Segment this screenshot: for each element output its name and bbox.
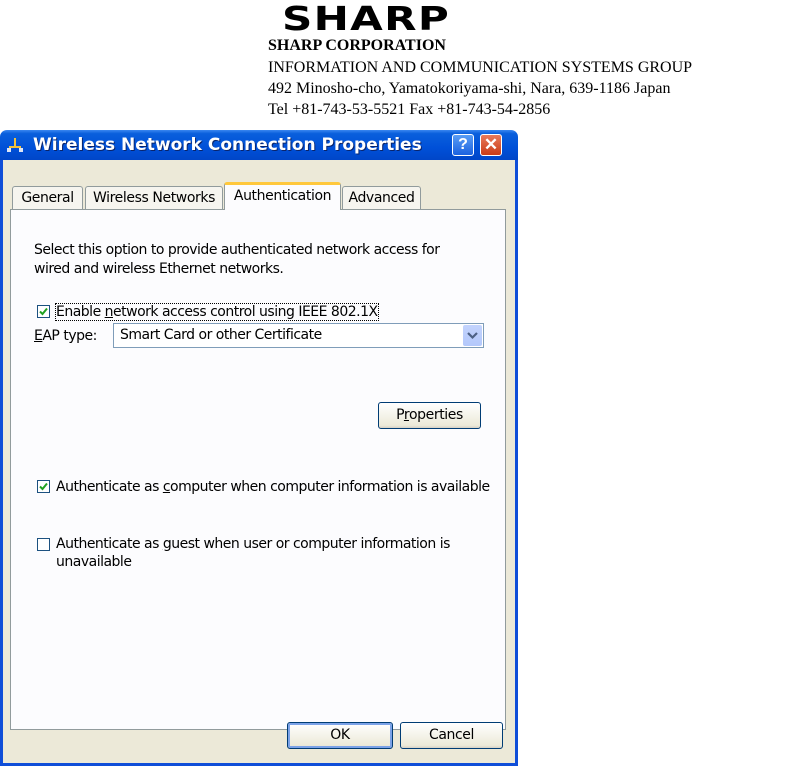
dropdown-arrow[interactable] <box>463 325 482 346</box>
tab-advanced[interactable]: Advanced <box>342 186 421 209</box>
sharp-logo: SHARP <box>282 4 450 32</box>
description-line1: Select this option to provide authentica… <box>34 242 440 258</box>
authentication-page <box>10 209 506 730</box>
enable-8021x-checkbox[interactable] <box>37 305 50 318</box>
enable-8021x-label[interactable]: Enable network access control using IEEE… <box>55 303 379 321</box>
eap-type-select[interactable]: Smart Card or other Certificate <box>113 323 484 348</box>
help-button[interactable]: ? <box>452 134 474 156</box>
properties-button[interactable]: Properties <box>378 402 481 429</box>
title-bar[interactable]: Wireless Network Connection Properties ?… <box>0 130 518 160</box>
auth-computer-checkbox[interactable] <box>37 480 50 493</box>
tab-authentication[interactable]: Authentication <box>224 182 341 210</box>
dialog-body: General Wireless Networks Authentication… <box>3 160 515 763</box>
eap-type-value: Smart Card or other Certificate <box>120 327 322 343</box>
window-title: Wireless Network Connection Properties <box>33 135 422 155</box>
contact-numbers: Tel +81-743-53-5521 Fax +81-743-54-2856 <box>268 101 551 118</box>
tab-wireless-networks[interactable]: Wireless Networks <box>85 186 223 209</box>
auth-guest-label[interactable]: Authenticate as guest when user or compu… <box>56 536 450 552</box>
auth-computer-label[interactable]: Authenticate as computer when computer i… <box>56 479 490 495</box>
properties-dialog: Wireless Network Connection Properties ?… <box>0 130 518 766</box>
description-line2: wired and wireless Ethernet networks. <box>34 261 284 277</box>
chevron-down-icon <box>467 332 478 340</box>
close-button[interactable]: ✕ <box>480 134 502 156</box>
window-frame: General Wireless Networks Authentication… <box>0 160 518 766</box>
ok-button[interactable]: OK <box>287 722 393 749</box>
group-name: INFORMATION AND COMMUNICATION SYSTEMS GR… <box>268 59 693 76</box>
checkmark-icon <box>39 307 48 316</box>
address: 492 Minosho-cho, Yamatokoriyama-shi, Nar… <box>268 80 671 97</box>
svg-text:SHARP: SHARP <box>282 4 450 32</box>
eap-type-label: EAP type: <box>34 328 97 344</box>
auth-guest-label-line2[interactable]: unavailable <box>56 554 132 570</box>
tab-general[interactable]: General <box>12 186 83 209</box>
corporation-name: SHARP CORPORATION <box>268 37 446 54</box>
auth-guest-checkbox[interactable] <box>37 538 50 551</box>
cancel-button[interactable]: Cancel <box>400 722 503 749</box>
network-connection-icon <box>7 138 23 152</box>
checkmark-icon <box>39 482 48 491</box>
